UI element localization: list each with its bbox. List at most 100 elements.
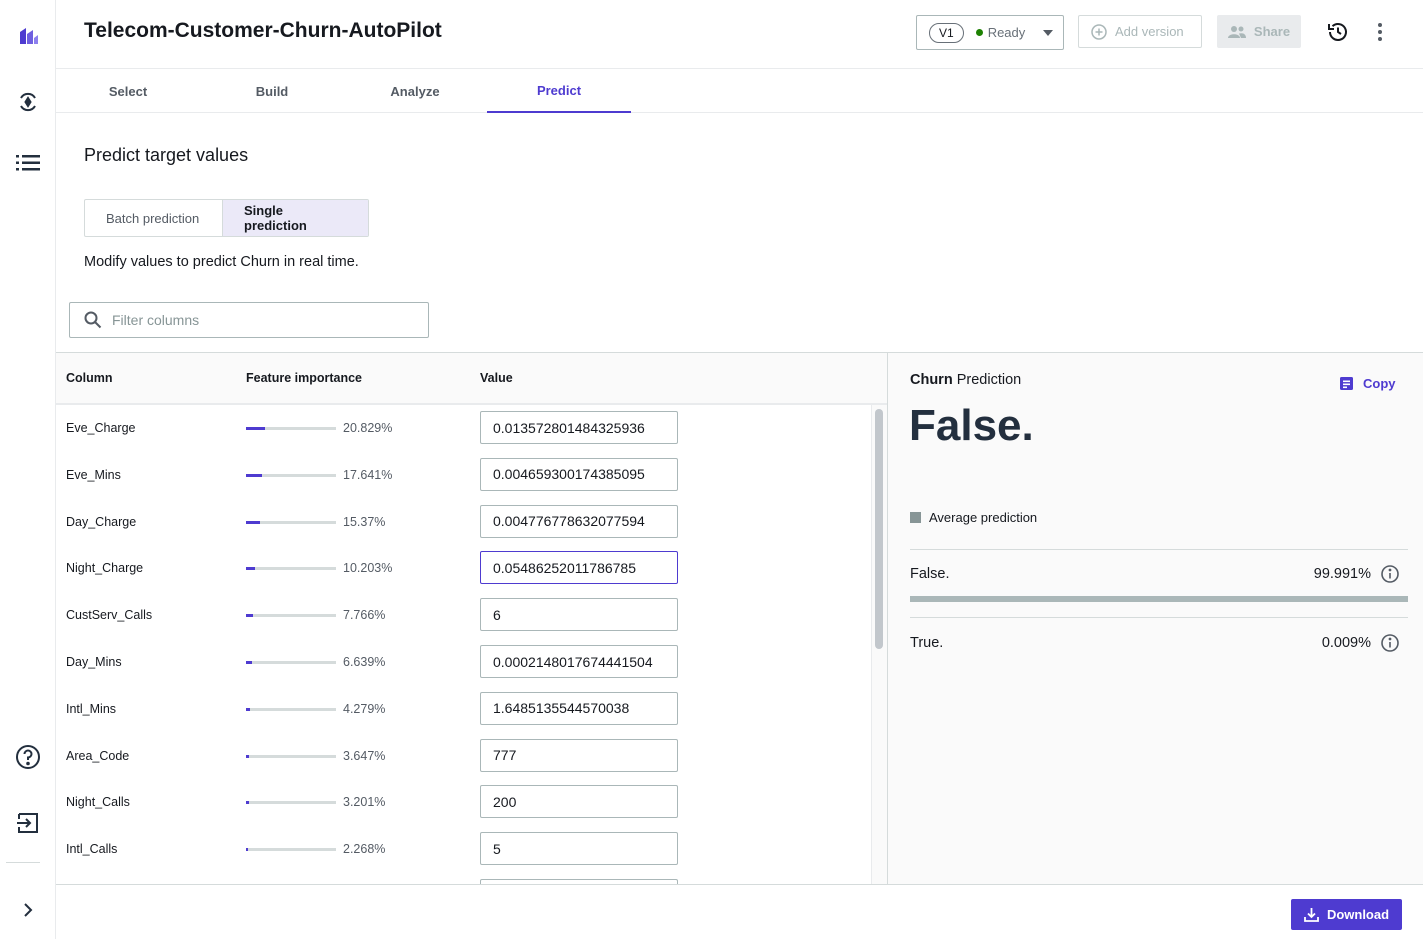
importance-bar-fill: [246, 661, 252, 664]
value-input[interactable]: [480, 785, 678, 819]
importance-percent: 10.203%: [343, 561, 393, 576]
info-icon[interactable]: [1381, 565, 1399, 583]
table-row: Eve_Charge 20.829%: [56, 405, 872, 452]
help-icon[interactable]: [8, 737, 48, 777]
value-input[interactable]: [480, 645, 678, 678]
share-button[interactable]: Share: [1217, 15, 1301, 48]
value-input[interactable]: [480, 832, 678, 866]
importance-bar: [246, 473, 336, 477]
filter-columns-input[interactable]: [112, 312, 412, 328]
filter-columns-field: [69, 302, 429, 338]
single-prediction-button[interactable]: Single prediction: [223, 200, 368, 236]
column-name: Intl_Calls: [66, 842, 118, 857]
importance-bar-fill: [246, 707, 250, 711]
value-input[interactable]: [480, 551, 678, 585]
column-header: Column: [66, 371, 113, 385]
importance-bar: [246, 567, 336, 571]
class-true-label: True.: [910, 635, 944, 651]
column-name: Night_Charge: [66, 561, 144, 576]
importance-bar-fill: [246, 754, 250, 758]
importance-percent: 20.829%: [343, 421, 393, 435]
table-scrollbar-thumb[interactable]: [875, 409, 883, 649]
canvas-logo-icon[interactable]: [8, 16, 48, 56]
table-row: Intl_Mins 4.279%: [56, 686, 872, 733]
importance-bar: [246, 754, 336, 758]
version-selector[interactable]: V1 Ready: [916, 15, 1064, 50]
importance-percent: 4.279%: [343, 701, 386, 716]
expand-chevron-icon[interactable]: [8, 890, 48, 930]
tab-select[interactable]: Select: [56, 69, 200, 113]
users-icon: [1227, 25, 1246, 38]
instruction-text: Modify values to predict Churn in real t…: [84, 254, 359, 270]
datasets-list-icon[interactable]: [8, 143, 48, 183]
page-header: Telecom-Customer-Churn-AutoPilot V1 Read…: [56, 0, 1423, 69]
divider: [910, 549, 1408, 550]
importance-bar: [246, 614, 336, 618]
value-input[interactable]: [480, 691, 678, 725]
importance-bar-fill: [246, 614, 253, 618]
column-name: Day_Mins: [66, 655, 122, 669]
tab-predict[interactable]: Predict: [487, 69, 631, 113]
column-name: Area_Code: [66, 748, 130, 763]
value-input[interactable]: [480, 411, 678, 444]
class-false-probability-bar: [910, 596, 1408, 602]
importance-bar-fill: [246, 520, 260, 524]
class-false-label: False.: [910, 566, 950, 582]
search-icon: [84, 311, 102, 329]
importance-bar: [246, 848, 336, 852]
column-name: Day_Charge: [66, 514, 137, 529]
download-icon: [1304, 908, 1319, 922]
importance-bar: [246, 707, 336, 711]
value-input[interactable]: [480, 738, 678, 772]
table-row: Day_Charge 15.37%: [56, 499, 872, 546]
tab-analyze[interactable]: Analyze: [343, 69, 487, 113]
table-header: Column Feature importance Value: [56, 353, 887, 405]
copy-label: Copy: [1363, 376, 1396, 391]
importance-bar-fill: [246, 801, 249, 805]
feature-table: Column Feature importance Value Eve_Char…: [56, 352, 888, 885]
plus-circle-icon: [1091, 23, 1107, 40]
prediction-target: Churn: [910, 372, 953, 388]
column-name: CustServ_Calls: [66, 608, 153, 623]
download-button[interactable]: Download: [1291, 899, 1402, 930]
caret-down-icon: [1043, 30, 1053, 36]
value-input[interactable]: [480, 598, 678, 632]
download-label: Download: [1326, 907, 1390, 922]
importance-percent: 15.37%: [343, 514, 386, 529]
sign-out-icon[interactable]: [8, 803, 48, 843]
left-rail: [0, 0, 56, 939]
copy-icon: [1340, 376, 1353, 390]
importance-bar-fill: [246, 848, 249, 852]
prediction-title: Churn Prediction: [910, 372, 1021, 388]
info-icon[interactable]: [1381, 634, 1399, 652]
rail-divider: [6, 862, 40, 863]
class-false-probability: 99.991%: [1313, 566, 1371, 582]
ready-status-dot-icon: [975, 29, 983, 36]
importance-percent: 6.639%: [343, 655, 386, 669]
value-input[interactable]: [480, 457, 678, 491]
version-history-icon[interactable]: [1326, 20, 1350, 44]
models-icon[interactable]: [8, 82, 48, 122]
importance-bar-fill: [246, 473, 262, 477]
importance-bar: [246, 520, 336, 524]
divider: [910, 617, 1408, 618]
value-input[interactable]: [480, 504, 678, 538]
value-header: Value: [480, 371, 513, 385]
probability-bar-fill: [910, 596, 1408, 602]
batch-prediction-button[interactable]: Batch prediction: [85, 200, 223, 236]
feature-importance-header: Feature importance: [246, 371, 363, 385]
importance-bar: [246, 801, 336, 805]
legend-label: Average prediction: [929, 510, 1038, 525]
legend-swatch: [910, 512, 921, 523]
predicted-value: False.: [909, 401, 1034, 450]
more-options-icon[interactable]: [1370, 20, 1390, 44]
tab-build[interactable]: Build: [200, 69, 344, 113]
importance-bar-fill: [246, 567, 256, 571]
copy-button[interactable]: Copy: [1340, 376, 1396, 391]
table-row: CustServ_Calls 7.766%: [56, 592, 872, 639]
prediction-panel: Churn Prediction Copy False. Average pre…: [888, 352, 1423, 885]
version-status: Ready: [987, 25, 1026, 40]
column-name: Night_Calls: [66, 795, 130, 810]
add-version-button[interactable]: Add version: [1078, 15, 1202, 48]
table-row: Eve_Mins 17.641%: [56, 452, 872, 499]
